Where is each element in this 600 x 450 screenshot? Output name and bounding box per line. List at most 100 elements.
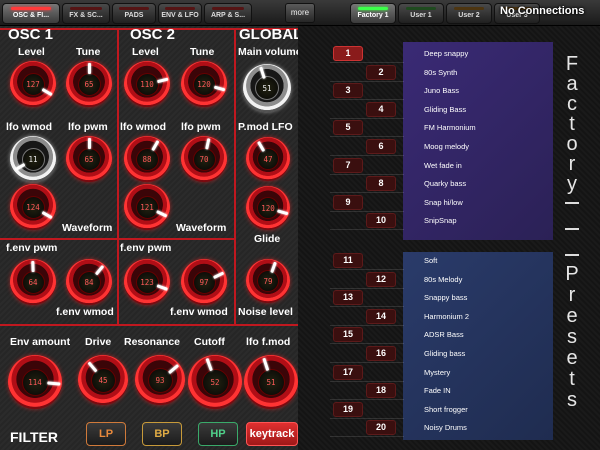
tab-label: FX & SC...: [69, 12, 103, 19]
osc1-waveform-knob[interactable]: 124: [10, 184, 56, 230]
preset-name[interactable]: Juno Bass: [424, 86, 459, 95]
knob-value: 51: [266, 377, 276, 387]
preset-number-button[interactable]: 19: [333, 401, 363, 417]
osc2-lfo-pwm-knob[interactable]: 70: [181, 136, 227, 182]
osc2-fenv-wmod-knob[interactable]: 97: [181, 259, 227, 305]
preset-name[interactable]: Moog melody: [424, 142, 469, 151]
divider: [0, 324, 298, 326]
env-amount-knob[interactable]: 114: [8, 355, 62, 409]
global-title: GLOBAL: [239, 26, 303, 43]
preset-number-button[interactable]: 4: [366, 101, 396, 117]
preset-name[interactable]: Noisy Drums: [424, 423, 467, 432]
preset-number-button[interactable]: 14: [366, 308, 396, 324]
preset-name[interactable]: ADSR Bass: [424, 330, 464, 339]
osc1-lfo-pwm-knob[interactable]: 65: [66, 136, 112, 182]
osc2-fenv-wmod-label: f.env wmod: [170, 306, 228, 318]
resonance-knob[interactable]: 93: [135, 355, 185, 405]
preset-number-button[interactable]: 9: [333, 194, 363, 210]
preset-name[interactable]: Gliding Bass: [424, 105, 466, 114]
glide-knob[interactable]: 120: [246, 186, 290, 230]
preset-name[interactable]: Gliding bass: [424, 349, 465, 358]
lfo-fmod-label: lfo f.mod: [246, 336, 291, 348]
preset-name[interactable]: SnipSnap: [424, 216, 457, 225]
preset-number-button[interactable]: 1: [333, 46, 363, 61]
preset-name[interactable]: Quarky bass: [424, 179, 466, 188]
preset-name[interactable]: Snappy bass: [424, 293, 467, 302]
osc2-lfo-wmod-knob[interactable]: 88: [124, 136, 170, 182]
tab-arp-seq[interactable]: ARP & S...: [204, 3, 252, 24]
cutoff-knob[interactable]: 52: [188, 355, 242, 409]
row-divider: [330, 173, 404, 175]
osc1-tune-knob[interactable]: 65: [66, 61, 112, 107]
tab-label: PADS: [124, 12, 144, 19]
keytrack-button[interactable]: keytrack: [246, 422, 298, 446]
tab-factory-1[interactable]: Factory 1: [350, 3, 396, 24]
knob-value: 110: [140, 79, 154, 89]
osc1-waveform-label: Waveform: [62, 222, 113, 234]
lfo-fmod-knob[interactable]: 51: [244, 355, 298, 409]
row-divider: [330, 324, 404, 326]
knob-value: 47: [263, 154, 273, 164]
osc1-fenv-wmod-knob[interactable]: 84: [66, 259, 112, 305]
osc2-fenv-pwm-knob[interactable]: 123: [124, 259, 170, 305]
row-divider: [330, 269, 404, 270]
tab-pads[interactable]: PADS: [112, 3, 156, 24]
preset-name[interactable]: Mystery: [424, 368, 450, 377]
preset-name[interactable]: Short frogger: [424, 405, 468, 414]
preset-number-button[interactable]: 16: [366, 346, 396, 361]
preset-number-button[interactable]: 10: [366, 213, 396, 229]
preset-name[interactable]: Fade IN: [424, 386, 451, 395]
pmod-lfo-knob[interactable]: 47: [246, 137, 290, 181]
lp-button[interactable]: LP: [86, 422, 126, 446]
preset-number-button[interactable]: 7: [333, 157, 363, 173]
tab-label: ARP & S...: [210, 12, 246, 19]
vertical-label-dash: [565, 228, 579, 230]
osc2-waveform-knob[interactable]: 121: [124, 184, 170, 230]
preset-number-button[interactable]: 8: [366, 176, 396, 192]
row-divider: [330, 399, 404, 401]
preset-name[interactable]: 80s Synth: [424, 68, 457, 77]
preset-number-button[interactable]: 17: [333, 364, 363, 380]
divider: [117, 28, 119, 324]
preset-number-button[interactable]: 18: [366, 383, 396, 399]
tab-led: [405, 7, 437, 10]
hp-button[interactable]: HP: [198, 422, 238, 446]
drive-knob[interactable]: 45: [78, 355, 128, 405]
preset-name[interactable]: Harmonium 2: [424, 312, 469, 321]
preset-number-button[interactable]: 13: [333, 290, 363, 306]
row-divider: [330, 306, 404, 308]
tab-label: User 2: [458, 12, 480, 19]
preset-number-button[interactable]: 5: [333, 120, 363, 136]
preset-name[interactable]: Deep snappy: [424, 49, 468, 58]
main-volume-knob[interactable]: 51: [243, 64, 291, 112]
tab-user-2[interactable]: User 2: [446, 3, 492, 24]
osc1-fenv-pwm-knob[interactable]: 64: [10, 259, 56, 305]
vertical-label-dash: [565, 254, 579, 256]
knob-value: 11: [28, 154, 38, 164]
preset-number-button[interactable]: 15: [333, 327, 363, 343]
preset-number-button[interactable]: 20: [366, 420, 396, 436]
tab-led: [69, 7, 103, 10]
preset-number-button[interactable]: 11: [333, 253, 363, 268]
osc1-lfo-wmod-knob[interactable]: 11: [10, 136, 56, 182]
tab-user-1[interactable]: User 1: [398, 3, 444, 24]
tab-fx-scope[interactable]: FX & SC...: [62, 3, 110, 24]
osc1-level-knob[interactable]: 127: [10, 61, 56, 107]
preset-number-button[interactable]: 3: [333, 83, 363, 99]
osc2-tune-knob[interactable]: 120: [181, 61, 227, 107]
preset-number-button[interactable]: 6: [366, 139, 396, 154]
osc2-level-knob[interactable]: 110: [124, 61, 170, 107]
preset-number-button[interactable]: 2: [366, 64, 396, 80]
more-button[interactable]: more: [285, 3, 315, 23]
tab-env-lfo[interactable]: ENV & LFO: [158, 3, 202, 24]
noise-level-knob[interactable]: 79: [246, 259, 290, 303]
preset-name[interactable]: Soft: [424, 256, 437, 265]
preset-name[interactable]: Snap hi/low: [424, 198, 463, 207]
bp-button[interactable]: BP: [142, 422, 182, 446]
preset-name[interactable]: Wet fade in: [424, 161, 462, 170]
preset-name[interactable]: 80s Melody: [424, 275, 462, 284]
preset-number-button[interactable]: 12: [366, 271, 396, 287]
tab-osc-filter[interactable]: OSC & FI...: [2, 3, 60, 24]
preset-name[interactable]: FM Harmonium: [424, 123, 476, 132]
knob-value: 127: [26, 79, 40, 89]
